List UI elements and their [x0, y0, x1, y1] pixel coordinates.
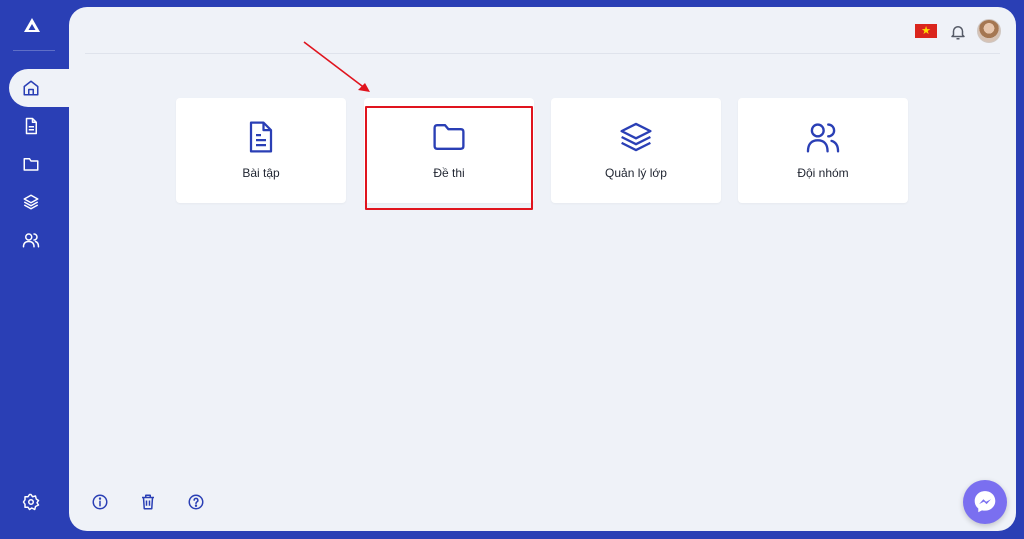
document-icon	[249, 121, 273, 153]
bell-icon[interactable]	[949, 23, 967, 41]
vietnam-flag-icon[interactable]: ★	[915, 24, 937, 38]
card-teams[interactable]: Đội nhóm	[738, 98, 908, 203]
sidebar-divider	[13, 50, 55, 51]
sidebar-item-assignments[interactable]	[0, 107, 70, 145]
app-logo-icon[interactable]	[22, 16, 42, 36]
header-divider	[85, 53, 1000, 54]
card-class-management[interactable]: Quản lý lớp	[551, 98, 721, 203]
trash-icon[interactable]	[139, 493, 157, 511]
highlight-box	[365, 106, 533, 210]
home-icon	[22, 79, 40, 97]
card-label: Quản lý lớp	[605, 166, 667, 180]
folder-icon	[22, 155, 40, 173]
users-icon	[22, 231, 40, 249]
layers-icon	[22, 193, 40, 211]
sidebar	[0, 0, 70, 539]
layers-icon	[620, 122, 652, 152]
messenger-chat-button[interactable]	[963, 480, 1007, 524]
annotation-arrow	[303, 41, 370, 92]
gear-icon	[22, 493, 40, 511]
messenger-icon	[974, 491, 996, 513]
sidebar-item-teams[interactable]	[0, 221, 70, 259]
sidebar-item-exams[interactable]	[0, 145, 70, 183]
users-icon	[806, 123, 840, 153]
sidebar-item-classes[interactable]	[0, 183, 70, 221]
card-assignments[interactable]: Bài tập	[176, 98, 346, 203]
main-panel: ★	[69, 7, 1016, 531]
settings-button[interactable]	[0, 483, 70, 521]
sidebar-item-home[interactable]	[0, 69, 70, 107]
card-label: Bài tập	[242, 166, 280, 180]
document-icon	[22, 117, 40, 135]
user-avatar[interactable]	[977, 19, 1001, 43]
help-icon[interactable]	[187, 493, 205, 511]
info-icon[interactable]	[91, 493, 109, 511]
card-label: Đội nhóm	[797, 166, 849, 180]
